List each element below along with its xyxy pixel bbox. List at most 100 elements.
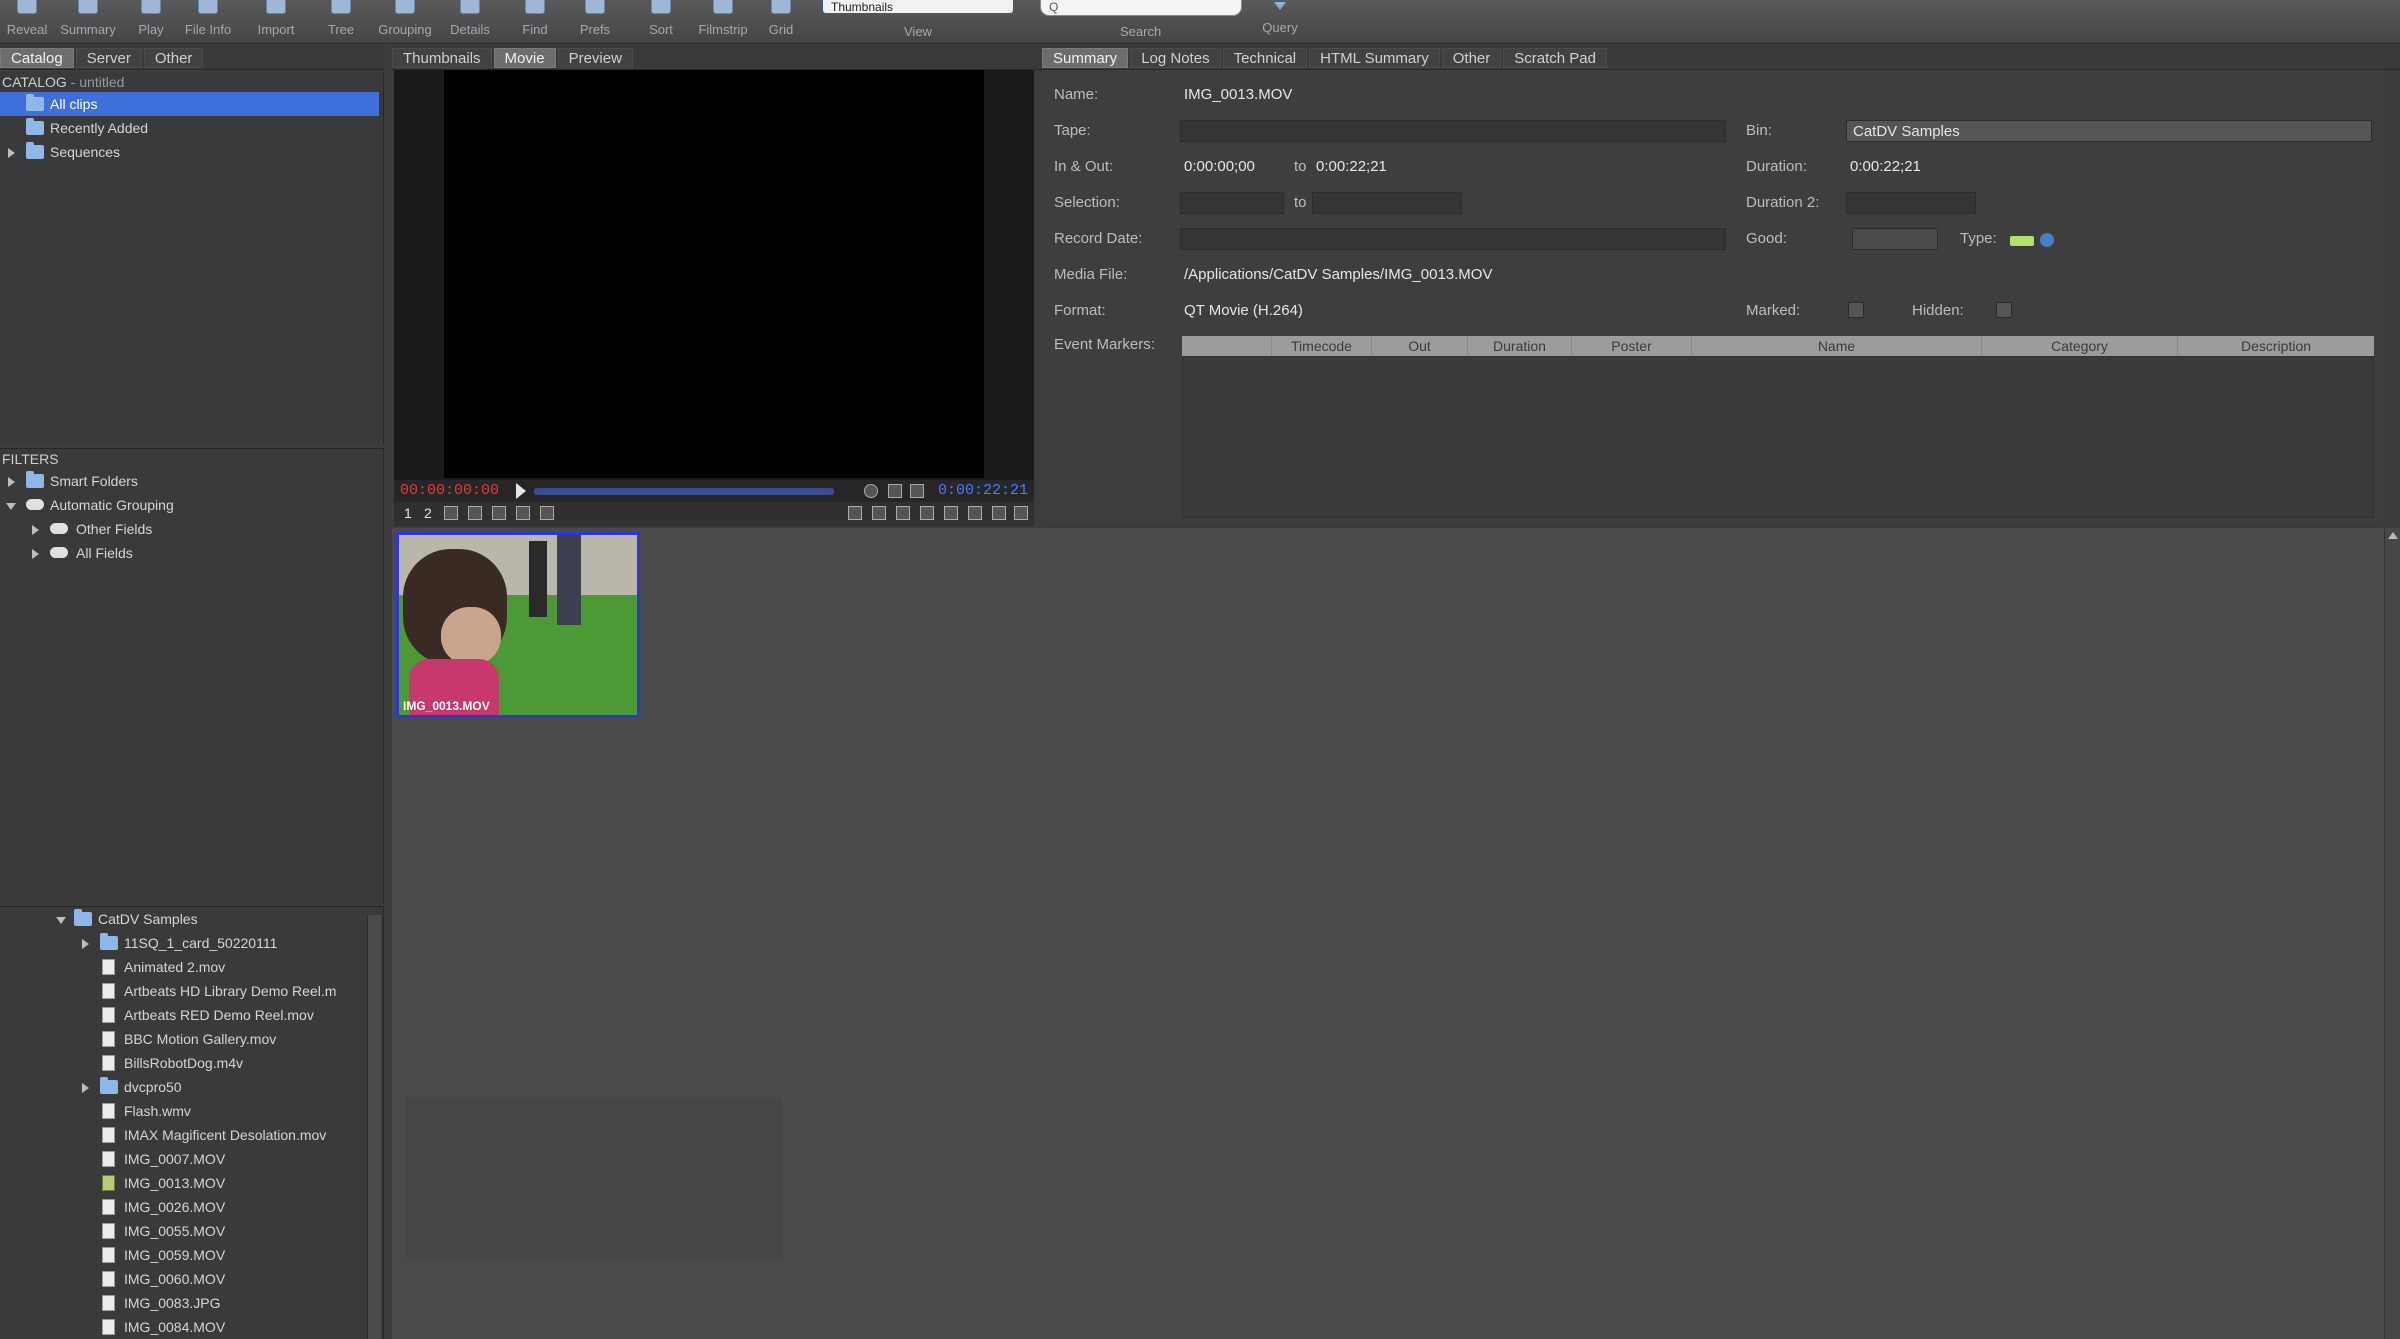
catalog-item-sequences[interactable]: Sequences (0, 140, 383, 164)
tab-catalog[interactable]: Catalog (0, 47, 74, 68)
play-icon[interactable] (516, 483, 526, 499)
disclosure-triangle-icon[interactable] (8, 477, 15, 487)
tree-root[interactable]: CatDV Samples (0, 907, 383, 931)
tree-item[interactable]: Artbeats RED Demo Reel.mov (0, 1003, 383, 1027)
tree-item[interactable]: IMG_0026.MOV (0, 1195, 383, 1219)
disclosure-triangle-icon[interactable] (32, 549, 39, 559)
name-value[interactable]: IMG_0013.MOV (1184, 86, 1292, 103)
event-markers-table[interactable] (1182, 356, 2374, 518)
sort-button[interactable]: Sort (646, 0, 676, 44)
grid-scrollbar[interactable] (2384, 528, 2400, 1339)
loop-icon[interactable] (944, 506, 958, 520)
tree-item[interactable]: BillsRobotDog.m4v (0, 1051, 383, 1075)
reveal-button[interactable]: Reveal (7, 0, 47, 44)
details-button[interactable]: Details (446, 0, 494, 44)
bin-select[interactable]: CatDV Samples (1846, 120, 2372, 142)
set-out-icon[interactable] (872, 506, 886, 520)
tab-other[interactable]: Other (1441, 47, 1502, 68)
grouping-button[interactable]: Grouping (374, 0, 436, 44)
marker-icon[interactable] (896, 506, 910, 520)
out-timecode[interactable]: 0:00:22:21 (938, 482, 1028, 499)
query-button[interactable]: Query (1256, 0, 1304, 44)
disclosure-triangle-open-icon[interactable] (6, 503, 16, 510)
tree-item[interactable]: IMG_0013.MOV (0, 1171, 383, 1195)
tree-item[interactable]: IMG_0083.JPG (0, 1291, 383, 1315)
tab-thumbnails[interactable]: Thumbnails (392, 47, 492, 68)
tree-item[interactable]: IMG_0055.MOV (0, 1219, 383, 1243)
clip-thumbnail[interactable]: IMG_0013.MOV (396, 532, 640, 718)
tree-item[interactable]: IMAX Magificent Desolation.mov (0, 1123, 383, 1147)
good-select[interactable] (1852, 228, 1938, 250)
tree-item[interactable]: 11SQ_1_card_50220111 (0, 931, 383, 955)
tab-scratch-pad[interactable]: Scratch Pad (1503, 47, 1607, 68)
tab-summary[interactable]: Summary (1042, 47, 1129, 68)
rewind-icon[interactable] (468, 506, 482, 520)
catalog-item-recently-added[interactable]: Recently Added (0, 116, 383, 140)
tree-item[interactable]: Artbeats HD Library Demo Reel.m (0, 979, 383, 1003)
volume-icon[interactable] (864, 484, 878, 498)
summary-button[interactable]: Summary (58, 0, 118, 44)
media-file-value[interactable]: /Applications/CatDV Samples/IMG_0013.MOV (1184, 266, 1492, 283)
tab-technical[interactable]: Technical (1222, 47, 1308, 68)
fullscreen-icon[interactable] (968, 506, 982, 520)
tree-item[interactable]: Animated 2.mov (0, 955, 383, 979)
selection-in-field[interactable] (1180, 192, 1284, 214)
play-button[interactable]: Play (136, 0, 166, 44)
tree-item[interactable]: IMG_0007.MOV (0, 1147, 383, 1171)
set-in-icon[interactable] (848, 506, 862, 520)
tree-item[interactable]: Flash.wmv (0, 1099, 383, 1123)
disclosure-triangle-icon[interactable] (8, 148, 15, 158)
filter-item-smart-folders[interactable]: Smart Folders (0, 469, 383, 493)
tab-other[interactable]: Other (143, 47, 204, 68)
view-select[interactable]: Thumbnails (822, 0, 1014, 14)
duration-value[interactable]: 0:00:22;21 (1850, 158, 1921, 175)
file-info-button[interactable]: File Info (180, 0, 236, 44)
tape-field[interactable] (1180, 120, 1726, 142)
tree-item[interactable]: IMG_0060.MOV (0, 1267, 383, 1291)
tab-server[interactable]: Server (75, 47, 142, 68)
settings-icon[interactable] (992, 506, 1006, 520)
disclosure-triangle-open-icon[interactable] (56, 917, 66, 924)
step-forward-icon[interactable] (910, 484, 924, 498)
snapshot-icon[interactable] (920, 506, 934, 520)
mark-2[interactable]: 2 (424, 505, 432, 521)
disclosure-triangle-icon[interactable] (82, 939, 89, 949)
import-button[interactable]: Import (250, 0, 302, 44)
marked-checkbox[interactable] (1848, 302, 1864, 318)
filter-item-all-fields[interactable]: All Fields (0, 541, 383, 565)
in-timecode[interactable]: 00:00:00:00 (400, 482, 499, 499)
go-to-end-icon[interactable] (540, 506, 554, 520)
search-input[interactable]: Q (1040, 0, 1242, 16)
prefs-button[interactable]: Prefs (578, 0, 612, 44)
type-info-icon[interactable] (2040, 233, 2054, 247)
hidden-checkbox[interactable] (1996, 302, 2012, 318)
tree-item[interactable]: IMG_0059.MOV (0, 1243, 383, 1267)
frame-back-icon[interactable] (492, 506, 506, 520)
tab-log-notes[interactable]: Log Notes (1130, 47, 1221, 68)
out-value[interactable]: 0:00:22;21 (1316, 158, 1387, 175)
tree-button[interactable]: Tree (326, 0, 356, 44)
filter-item-other-fields[interactable]: Other Fields (0, 517, 383, 541)
tab-html-summary[interactable]: HTML Summary (1309, 47, 1440, 68)
find-button[interactable]: Find (520, 0, 550, 44)
clip-grid[interactable]: IMG_0013.MOV (392, 528, 2400, 1339)
disclosure-triangle-icon[interactable] (82, 1083, 89, 1093)
mark-1[interactable]: 1 (404, 505, 412, 521)
tree-item[interactable]: BBC Motion Gallery.mov (0, 1027, 383, 1051)
tab-movie[interactable]: Movie (493, 47, 556, 68)
duration2-field[interactable] (1846, 192, 1976, 214)
detach-icon[interactable] (1014, 506, 1028, 520)
record-date-field[interactable] (1180, 228, 1726, 250)
in-value[interactable]: 0:00:00;00 (1184, 158, 1255, 175)
tab-preview[interactable]: Preview (557, 47, 633, 68)
disclosure-triangle-icon[interactable] (32, 525, 39, 535)
video-frame[interactable] (444, 70, 984, 478)
tree-scrollbar[interactable] (367, 915, 381, 1339)
scrub-bar[interactable] (534, 488, 834, 495)
go-to-start-icon[interactable] (444, 506, 458, 520)
catalog-item-all-clips[interactable]: All clips (0, 92, 379, 116)
grid-button[interactable]: Grid (766, 0, 796, 44)
step-back-icon[interactable] (888, 484, 902, 498)
frame-forward-icon[interactable] (516, 506, 530, 520)
tree-item[interactable]: IMG_0084.MOV (0, 1315, 383, 1339)
